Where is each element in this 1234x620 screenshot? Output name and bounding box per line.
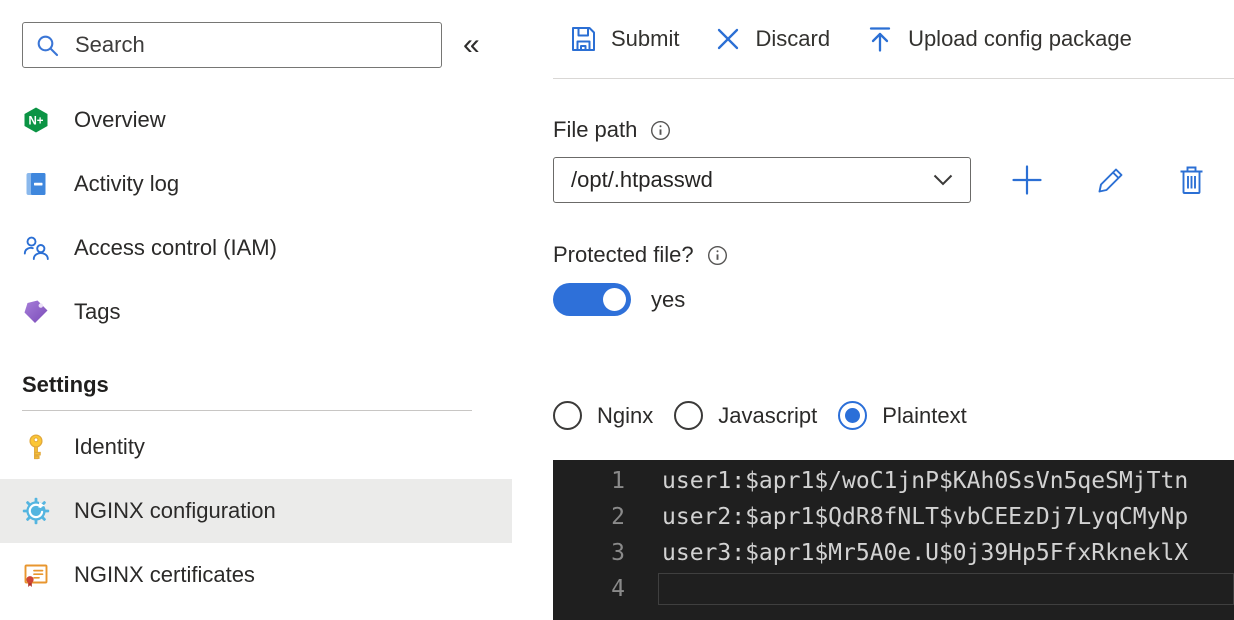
sidebar-item-identity[interactable]: Identity [0,415,512,479]
editor-line: 2 user2:$apr1$QdR8fNLT$vbCEEzDj7LyqCMyNp [553,499,1234,535]
sidebar-item-nginx-configuration[interactable]: NGINX configuration [0,479,512,543]
current-line-highlight [658,573,1234,605]
sidebar-section-settings: Settings [22,372,109,397]
delete-file-button[interactable] [1177,165,1206,196]
file-path-value: /opt/.htpasswd [571,167,713,192]
protected-file-toggle-row: yes [553,283,1234,316]
sidebar-collapse-button[interactable]: « [463,30,480,60]
sidebar-item-label: Access control (IAM) [74,235,277,260]
command-bar: Submit Discard Upload config package [553,0,1234,79]
svg-text:N+: N+ [28,115,43,127]
pencil-icon [1098,168,1123,192]
line-number: 1 [611,468,625,494]
chevron-down-icon [933,174,953,186]
radio-icon [674,401,704,430]
sidebar-item-label: NGINX configuration [74,498,276,523]
sidebar-item-activity-log[interactable]: Activity log [0,152,512,216]
line-number: 4 [611,576,625,602]
search-input[interactable] [73,31,429,59]
line-text: user2:$apr1$QdR8fNLT$vbCEEzDj7LyqCMyNp [662,504,1189,530]
upload-label: Upload config package [908,26,1132,51]
sidebar-item-access-control[interactable]: Access control (IAM) [0,216,512,280]
sidebar: « N+ Overview Activity log [0,0,512,618]
sidebar-item-label: NGINX certificates [74,562,255,587]
tag-icon [22,298,50,326]
info-icon[interactable] [649,119,672,142]
sidebar-nav: N+ Overview Activity log Access control … [0,88,512,344]
editor-line: 3 user3:$apr1$Mr5A0e.U$0j39Hp5FfxRkneklX [553,535,1234,571]
key-icon [22,433,50,461]
close-icon [718,28,739,50]
trash-icon [1180,166,1203,194]
sidebar-search-row: « [0,0,512,68]
sidebar-item-label: Activity log [74,171,180,196]
plus-icon [1012,165,1042,195]
submit-button[interactable]: Submit [568,24,679,54]
sidebar-item-label: Identity [74,434,145,459]
file-path-label: File path [553,117,638,142]
radio-option-plaintext[interactable]: Plaintext [838,401,967,430]
gear-icon [22,497,50,525]
line-text: user1:$apr1$/woC1jnP$KAh0SsVn5qeSMjTtn [662,468,1189,494]
toggle-state-label: yes [651,286,686,312]
format-radio-group: Nginx Javascript Plaintext [553,401,1234,430]
protected-file-label: Protected file? [553,242,694,267]
protected-file-toggle[interactable] [553,283,631,316]
radio-label: Plaintext [882,402,967,428]
sidebar-item-nginx-certificates[interactable]: NGINX certificates [0,543,512,607]
file-path-select[interactable]: /opt/.htpasswd [553,157,971,203]
search-icon [37,35,59,56]
line-number: 3 [611,540,625,566]
sidebar-settings-nav: Identity NGINX configuration NGINX certi… [0,415,512,607]
people-icon [22,234,50,262]
upload-icon [869,27,891,52]
radio-icon [838,401,868,430]
sidebar-item-tags[interactable]: Tags [0,280,512,344]
file-path-label-row: File path [553,117,1234,143]
discard-label: Discard [755,26,831,51]
radio-icon [553,401,582,430]
upload-config-package-button[interactable]: Upload config package [865,24,1132,54]
sidebar-divider [22,410,472,411]
editor-line-current: 4 [553,571,1234,607]
radio-option-nginx[interactable]: Nginx [553,401,653,430]
protected-file-label-row: Protected file? [553,242,1234,268]
edit-file-button[interactable] [1095,165,1126,196]
config-code-editor[interactable]: 1 user1:$apr1$/woC1jnP$KAh0SsVn5qeSMjTtn… [553,460,1234,620]
toggle-knob [603,288,626,311]
editor-line: 1 user1:$apr1$/woC1jnP$KAh0SsVn5qeSMjTtn [553,463,1234,499]
add-file-button[interactable] [1010,163,1044,197]
radio-option-javascript[interactable]: Javascript [674,401,817,430]
sidebar-item-label: Overview [74,107,166,132]
discard-button[interactable]: Discard [714,25,830,53]
activity-log-icon [22,170,50,198]
line-number: 2 [611,504,625,530]
main-content: Submit Discard Upload config package Fil… [553,0,1234,620]
info-icon[interactable] [706,244,729,267]
sidebar-item-label: Tags [74,299,121,324]
nginx-plus-icon: N+ [22,106,50,134]
line-text: user3:$apr1$Mr5A0e.U$0j39Hp5FfxRkneklX [662,540,1189,566]
certificate-icon [22,561,50,589]
file-path-row: /opt/.htpasswd [553,157,1234,203]
save-icon [572,27,595,51]
sidebar-item-overview[interactable]: N+ Overview [0,88,512,152]
submit-label: Submit [611,26,680,51]
search-input-container[interactable] [22,22,442,68]
radio-label: Nginx [597,402,654,428]
radio-label: Javascript [718,402,818,428]
